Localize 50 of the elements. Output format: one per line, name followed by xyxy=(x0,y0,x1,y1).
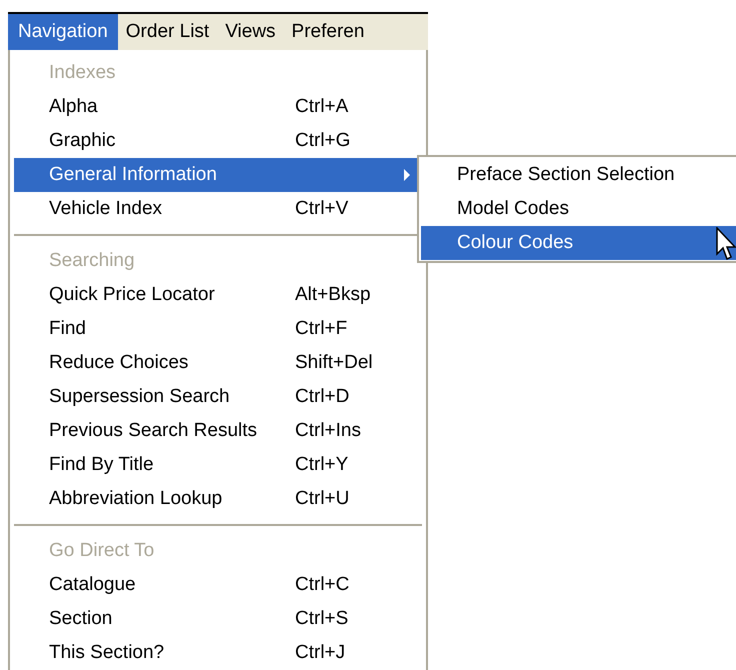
shortcut-text: Ctrl+C xyxy=(295,572,350,597)
menu-item-label: Find xyxy=(49,316,87,341)
menu-item[interactable]: Graphic Ctrl+G xyxy=(14,124,422,158)
menu-item[interactable]: Preface Section Selection xyxy=(421,158,736,192)
menu-item-label: Previous Search Results xyxy=(49,418,258,443)
menu-item[interactable]: Colour Codes xyxy=(421,226,736,260)
shortcut-text: Alt+Bksp xyxy=(295,282,371,307)
menu-item-label: General Information xyxy=(49,162,218,187)
menu-item-label: Reduce Choices xyxy=(49,350,190,375)
shortcut-text: Ctrl+G xyxy=(295,128,350,153)
menu-item[interactable]: Supersession Search Ctrl+D xyxy=(14,380,422,414)
menu-item[interactable]: Previous Search Results Ctrl+Ins xyxy=(14,414,422,448)
menu-item[interactable]: Quick Price Locator Alt+Bksp xyxy=(14,278,422,312)
menu-item[interactable]: Find By Title Ctrl+Y xyxy=(14,448,422,482)
menu-section-header: Searching xyxy=(48,249,136,273)
menu-item[interactable]: This Section? Ctrl+J xyxy=(14,636,422,670)
menu-item-label: Catalogue xyxy=(49,572,137,597)
menu-item[interactable]: Model Codes xyxy=(421,192,736,226)
menu-bar-item[interactable]: Order List xyxy=(118,14,218,50)
menu-item-label: Find By Title xyxy=(49,452,155,477)
menu-bar-item[interactable]: Preferen xyxy=(284,14,372,50)
menu-item-label: Abbreviation Lookup xyxy=(49,486,224,511)
menu-item-label: Alpha xyxy=(49,94,99,119)
shortcut-text: Ctrl+V xyxy=(295,196,348,221)
menu-item-label: Section xyxy=(49,606,114,631)
shortcut-text: Ctrl+U xyxy=(295,486,350,511)
shortcut-text: Ctrl+F xyxy=(295,316,348,341)
shortcut-text: Ctrl+J xyxy=(295,640,346,665)
menu-item[interactable]: Section Ctrl+S xyxy=(14,602,422,636)
menu-bar-item[interactable]: Views xyxy=(217,14,284,50)
shortcut-text: Ctrl+Y xyxy=(295,452,348,477)
menu-item[interactable]: Alpha Ctrl+A xyxy=(14,90,422,124)
menu-item[interactable]: Abbreviation Lookup Ctrl+U xyxy=(14,482,422,516)
menu-section-header: Indexes xyxy=(48,61,117,85)
menu-bar-item[interactable]: Navigation xyxy=(8,14,118,50)
menu-section-header: Go Direct To xyxy=(48,539,156,563)
menu-item[interactable]: Find Ctrl+F xyxy=(14,312,422,346)
menu-item-label: Vehicle Index xyxy=(49,196,164,221)
menu-item-label: Quick Price Locator xyxy=(49,282,216,307)
shortcut-text: Ctrl+Ins xyxy=(295,418,361,443)
menu-item[interactable]: Catalogue Ctrl+C xyxy=(14,568,422,602)
menu-item[interactable]: Reduce Choices Shift+Del xyxy=(14,346,422,380)
shortcut-text: Ctrl+D xyxy=(295,384,350,409)
shortcut-text: Ctrl+A xyxy=(295,94,348,119)
shortcut-text: Ctrl+S xyxy=(295,606,348,631)
menu-item-label: This Section? xyxy=(49,640,166,665)
shortcut-text: Shift+Del xyxy=(295,350,373,375)
menu-item-label: Supersession Search xyxy=(49,384,231,409)
menu-item-label: Graphic xyxy=(49,128,117,153)
submenu-arrow-icon xyxy=(404,169,410,181)
